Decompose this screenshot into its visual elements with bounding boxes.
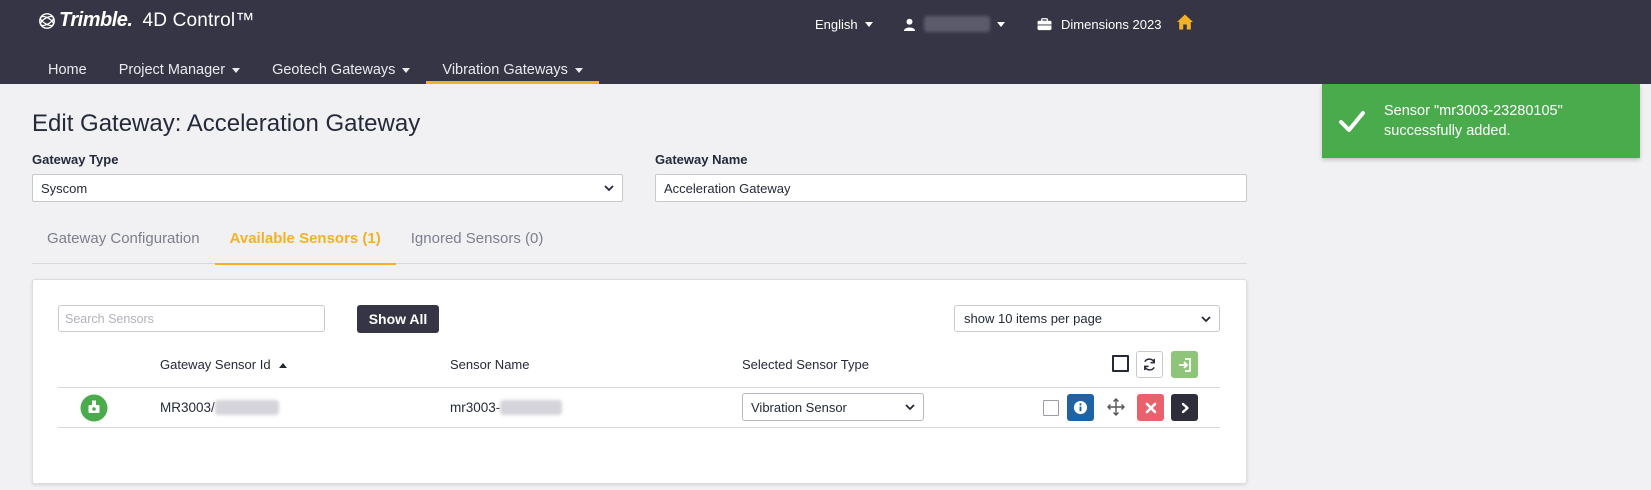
chevron-down-icon (997, 21, 1005, 27)
top-header: Trimble. 4D Control™ English Dimensions … (0, 0, 1651, 84)
page-title: Edit Gateway: Acceleration Gateway (32, 110, 421, 137)
gateway-name-field[interactable]: Acceleration Gateway (655, 174, 1247, 202)
user-icon (903, 18, 916, 31)
chevron-down-icon (905, 404, 915, 411)
refresh-icon (1144, 358, 1155, 371)
gateway-sensor-id-cell: MR3003/ (160, 400, 279, 415)
close-icon (1145, 402, 1156, 413)
table-row-divider (58, 427, 1220, 428)
brand-name: Trimble. (59, 9, 133, 31)
product-name: 4D Control™ (142, 9, 255, 31)
sensor-status-icon (80, 394, 108, 422)
chevron-down-icon (232, 67, 241, 73)
nav-home[interactable]: Home (32, 52, 103, 84)
gateway-sensor-id-text: MR3003/ (160, 400, 215, 415)
show-all-button[interactable]: Show All (357, 305, 439, 333)
nav-geotech-gateways[interactable]: Geotech Gateways (256, 52, 426, 84)
column-gateway-sensor-id-label: Gateway Sensor Id (160, 357, 271, 372)
redacted-text (500, 400, 563, 415)
chevron-down-icon (864, 21, 873, 27)
chevron-down-icon (1201, 316, 1211, 323)
nav-vibration-gateways[interactable]: Vibration Gateways (426, 52, 600, 84)
items-per-page-value: show 10 items per page (964, 311, 1103, 326)
chevron-down-icon (574, 67, 583, 73)
tab-ignored-sensors-label: Ignored Sensors (0) (410, 230, 544, 247)
tab-available-sensors[interactable]: Available Sensors (1) (214, 224, 396, 265)
sort-ascending-icon (278, 363, 287, 369)
gateway-name-label: Gateway Name (655, 152, 748, 167)
column-header-gateway-sensor-id[interactable]: Gateway Sensor Id (160, 357, 287, 372)
nav-vibration-gateways-label: Vibration Gateways (442, 62, 568, 78)
redacted-text (214, 400, 279, 415)
column-header-sensor-name[interactable]: Sensor Name (450, 357, 529, 372)
tab-gateway-configuration[interactable]: Gateway Configuration (32, 224, 215, 264)
nav-geotech-gateways-label: Geotech Gateways (272, 62, 396, 78)
project-selector[interactable]: Dimensions 2023 (1037, 14, 1161, 34)
check-icon (1339, 111, 1365, 132)
language-dropdown[interactable]: English (815, 14, 873, 34)
gateway-type-label: Gateway Type (32, 152, 119, 167)
nav-project-manager-label: Project Manager (118, 62, 226, 78)
gateway-name-value: Acceleration Gateway (664, 181, 791, 196)
row-checkbox[interactable] (1043, 400, 1059, 416)
home-icon[interactable] (1176, 13, 1194, 31)
nav-home-label: Home (48, 62, 87, 78)
sensor-type-select[interactable]: Vibration Sensor (742, 393, 924, 421)
nav-project-manager[interactable]: Project Manager (103, 52, 256, 84)
next-button[interactable] (1171, 394, 1198, 421)
tab-available-sensors-label: Available Sensors (1) (229, 230, 381, 247)
app-logo[interactable]: Trimble. 4D Control™ (38, 9, 254, 32)
sensor-name-cell: mr3003- (450, 400, 563, 415)
chevron-down-icon (604, 185, 614, 192)
items-per-page-select[interactable]: show 10 items per page (954, 305, 1220, 332)
table-header-divider (58, 387, 1220, 388)
move-icon[interactable] (1107, 398, 1125, 416)
info-icon (1073, 400, 1088, 415)
chevron-right-icon (1181, 402, 1189, 413)
project-name: Dimensions 2023 (1061, 16, 1162, 32)
success-toast[interactable]: Sensor "mr3003-23280105" successfully ad… (1322, 84, 1640, 158)
refresh-button[interactable] (1136, 351, 1163, 378)
import-icon (1178, 357, 1191, 372)
sensor-name-text: mr3003- (450, 400, 501, 415)
search-input[interactable] (58, 305, 325, 332)
sensor-type-value: Vibration Sensor (751, 400, 847, 415)
language-label: English (815, 16, 858, 32)
gateway-tabs: Gateway Configuration Available Sensors … (32, 224, 1247, 265)
select-all-checkbox[interactable] (1112, 355, 1129, 372)
gateway-type-select[interactable]: Syscom (32, 174, 623, 202)
gateway-type-value: Syscom (41, 181, 88, 196)
main-nav: Home Project Manager Geotech Gateways Vi… (32, 52, 600, 84)
toast-message: Sensor "mr3003-23280105" successfully ad… (1384, 103, 1563, 139)
delete-button[interactable] (1137, 394, 1164, 421)
trimble-globe-icon (39, 12, 55, 29)
column-header-selected-sensor-type[interactable]: Selected Sensor Type (742, 357, 869, 372)
user-menu[interactable] (903, 14, 1005, 34)
chevron-down-icon (402, 67, 411, 73)
tab-gateway-configuration-label: Gateway Configuration (47, 230, 200, 247)
tab-ignored-sensors[interactable]: Ignored Sensors (0) (396, 224, 559, 264)
import-sensors-button[interactable] (1171, 351, 1198, 378)
briefcase-icon (1037, 17, 1052, 30)
sensors-card: Show All show 10 items per page Gateway … (32, 279, 1247, 484)
user-name-redacted (924, 16, 990, 32)
info-button[interactable] (1067, 394, 1094, 421)
